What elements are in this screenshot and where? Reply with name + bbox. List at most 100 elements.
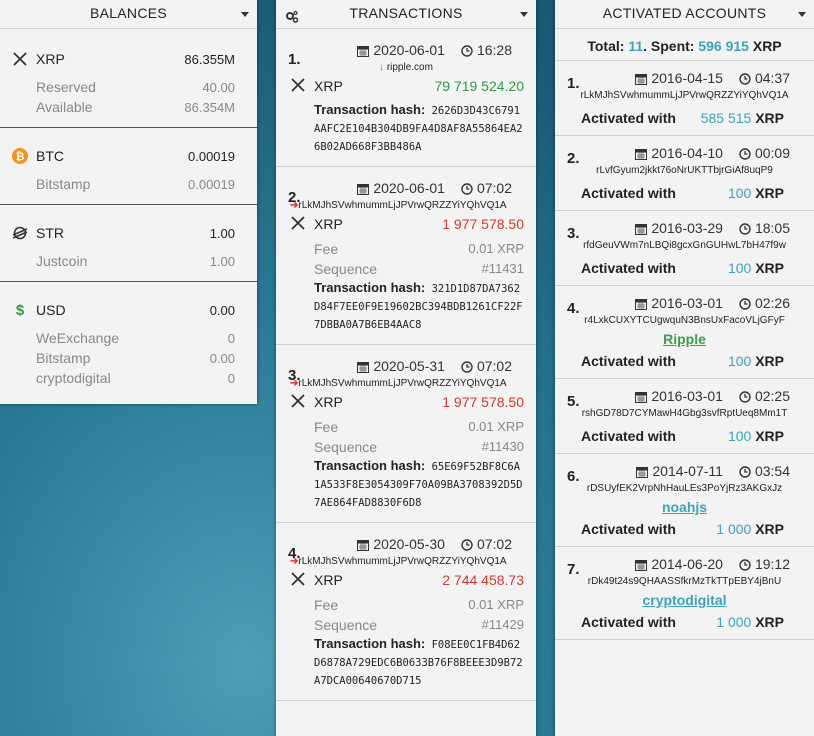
balances-header[interactable]: BALANCES: [0, 0, 257, 29]
transaction-amount-row: XRP 2 744 458.73: [288, 569, 524, 591]
calendar-icon: [636, 462, 649, 484]
activated-currency: XRP: [755, 110, 784, 126]
transaction-counterparty[interactable]: ➔rLkMJhSVwhmummLjJPVrwQRZZYiYQhVQ1A: [288, 555, 524, 569]
activated-account-item[interactable]: 1. 2016-04-15 04:37 rLkMJhSVwhmummLjJPVrwQR…: [555, 61, 814, 136]
currency-name: USD: [36, 302, 66, 318]
transactions-header[interactable]: TRANSACTIONS: [276, 0, 536, 29]
sequence-label: Sequence: [314, 617, 378, 633]
calendar-icon: [357, 535, 370, 557]
account-date: 2016-04-10: [651, 145, 723, 161]
transaction-item[interactable]: 1. 2020-06-01 16:28 ↓ ripple.com XRP 79 719 5…: [276, 29, 536, 167]
activated-account-item[interactable]: 4. 2016-03-01 02:26 r4LxkCUXYTCUgwquN3BnsUx…: [555, 286, 814, 379]
fee-row: Fee 0.01 XRP: [288, 239, 524, 259]
account-datetime: 2014-07-11 03:54: [565, 460, 804, 482]
arrow-down-icon: ↓: [379, 62, 387, 73]
account-number: 6.: [567, 468, 580, 485]
activated-currency: XRP: [755, 614, 784, 630]
clock-icon: [461, 179, 473, 201]
account-datetime: 2016-04-15 04:37: [565, 67, 804, 89]
balances-title: BALANCES: [89, 5, 168, 21]
account-name-link[interactable]: cryptodigital: [565, 589, 804, 611]
activated-with-label: Activated with: [581, 260, 676, 276]
spent-currency: XRP: [752, 38, 782, 54]
activated-amount: 585 515: [700, 110, 752, 126]
clock-icon: [461, 41, 473, 63]
transaction-item[interactable]: 3. 2020-05-31 07:02 ➔rLkMJhSVwhmummLjJPVrwQ…: [276, 345, 536, 523]
transaction-counterparty[interactable]: ↓ ripple.com: [288, 61, 524, 75]
sequence-value: #11429: [481, 617, 524, 632]
fee-value: 0.01 XRP: [468, 597, 524, 612]
counterparty-address[interactable]: rLkMJhSVwhmummLjJPVrwQRZZYiYQhVQ1A: [298, 200, 506, 211]
balance-row-str[interactable]: STR 1.00: [12, 215, 235, 251]
account-address[interactable]: rLkMJhSVwhmummLjJPVrwQRZZYiYQhVQ1A: [565, 89, 804, 103]
activated-amount: 100: [727, 260, 752, 276]
fee-label: Fee: [314, 597, 339, 613]
account-date: 2016-03-01: [651, 388, 723, 404]
balance-row-btc[interactable]: ₿ BTC 0.00019: [12, 138, 235, 174]
fee-value: 0.01 XRP: [468, 419, 524, 434]
account-name-link[interactable]: Ripple: [565, 328, 804, 350]
activated-account-item[interactable]: 6. 2014-07-11 03:54 rDSUyfEK2VrpNhHauLEs3Po…: [555, 454, 814, 547]
account-date: 2016-03-29: [651, 220, 723, 236]
transaction-hash[interactable]: Transaction hash: 2626D3D43C6791AAFC2E10…: [288, 101, 524, 156]
account-address[interactable]: rDSUyfEK2VrpNhHauLEs3PoYjRz3AKGxJz: [565, 482, 804, 496]
account-address[interactable]: rfdGeuVWm7nLBQi8gcxGnGUHwL7bH47f9w: [565, 239, 804, 253]
transaction-hash[interactable]: Transaction hash: 321D1D87DA7362D84F7EE0…: [288, 279, 524, 334]
account-name-link[interactable]: noahjs: [565, 496, 804, 518]
activated-dropdown-icon[interactable]: [798, 12, 806, 17]
activated-with-label: Activated with: [581, 614, 676, 630]
account-number: 7.: [567, 561, 580, 578]
transaction-item[interactable]: 2. 2020-06-01 07:02 ➔rLkMJhSVwhmummLjJPVrwQ…: [276, 167, 536, 345]
calendar-icon: [635, 555, 648, 577]
balance-sub-row: Bitstamp 0.00019: [12, 174, 235, 194]
clock-icon: [461, 357, 473, 379]
account-time: 03:54: [754, 463, 790, 479]
transaction-currency: XRP: [314, 572, 343, 588]
balance-sub-row: cryptodigital 0: [12, 368, 235, 388]
fee-label: Fee: [314, 241, 339, 257]
xrp-icon: [12, 51, 28, 67]
calendar-icon: [635, 144, 648, 166]
transaction-item[interactable]: 4. 2020-05-30 07:02 ➔rLkMJhSVwhmummLjJPVrwQ…: [276, 523, 536, 701]
balance-group: STR 1.00 Justcoin 1.00: [0, 205, 257, 282]
transaction-currency: XRP: [314, 394, 343, 410]
account-time: 02:25: [754, 388, 790, 404]
currency-name: STR: [36, 225, 64, 241]
balance-sub-row: Bitstamp 0.00: [12, 348, 235, 368]
account-time: 18:05: [754, 220, 790, 236]
transaction-hash[interactable]: Transaction hash: 65E69F52BF8C6A1A533F8E…: [288, 457, 524, 512]
counterparty-address[interactable]: rLkMJhSVwhmummLjJPVrwQRZZYiYQhVQ1A: [298, 556, 506, 567]
counterparty-address[interactable]: ripple.com: [387, 62, 433, 73]
currency-value: 1.00: [209, 225, 235, 241]
balance-row-usd[interactable]: $ USD 0.00: [12, 292, 235, 328]
currency-name: BTC: [36, 148, 64, 164]
transactions-dropdown-icon[interactable]: [520, 12, 528, 17]
balance-row-xrp[interactable]: XRP 86.355M: [12, 41, 235, 77]
stellar-icon: [12, 225, 28, 241]
counterparty-address[interactable]: rLkMJhSVwhmummLjJPVrwQRZZYiYQhVQ1A: [298, 378, 506, 389]
balance-sub-row: Reserved 40.00: [12, 77, 235, 97]
activated-account-item[interactable]: 7. 2014-06-20 19:12 rDk49t24s9QHAASSfkrMzTk…: [555, 547, 814, 640]
balance-sub-label: cryptodigital: [36, 370, 111, 386]
transaction-counterparty[interactable]: ➔rLkMJhSVwhmummLjJPVrwQRZZYiYQhVQ1A: [288, 199, 524, 213]
balance-sub-label: Bitstamp: [36, 176, 91, 192]
account-number: 1.: [567, 75, 580, 92]
account-address[interactable]: rLvfGyum2jkkt76oNrUKTTbjrGiAf8uqP9: [565, 164, 804, 178]
account-address[interactable]: rshGD78D7CYMawH4Gbg3svfRptUeq8Mm1T: [565, 407, 804, 421]
activated-account-item[interactable]: 2. 2016-04-10 00:09 rLvfGyum2jkkt76oNrUKTTb…: [555, 136, 814, 211]
activated-with-row: Activated with 100 XRP: [565, 425, 804, 447]
sequence-row: Sequence #11430: [288, 437, 524, 457]
balance-sub-row: Available 86.354M: [12, 97, 235, 117]
balances-dropdown-icon[interactable]: [241, 12, 249, 17]
transaction-counterparty[interactable]: ➔rLkMJhSVwhmummLjJPVrwQRZZYiYQhVQ1A: [288, 377, 524, 391]
activated-amount: 100: [727, 185, 752, 201]
sequence-label: Sequence: [314, 439, 378, 455]
activated-header[interactable]: ACTIVATED ACCOUNTS: [555, 0, 814, 29]
transaction-datetime: 2020-06-01 16:28: [288, 39, 524, 61]
transaction-hash[interactable]: Transaction hash: F08EE0C1FB4D62D6878A72…: [288, 635, 524, 690]
account-address[interactable]: rDk49t24s9QHAASSfkrMzTkTTpEBY4jBnU: [565, 575, 804, 589]
activated-account-item[interactable]: 5. 2016-03-01 02:25 rshGD78D7CYMawH4Gbg3svf…: [555, 379, 814, 454]
activated-account-item[interactable]: 3. 2016-03-29 18:05 rfdGeuVWm7nLBQi8gcxGnGU…: [555, 211, 814, 286]
account-address[interactable]: r4LxkCUXYTCUgwquN3BnsUxFacoVLjGFyF: [565, 314, 804, 328]
spent-value: 596 915: [698, 38, 749, 54]
